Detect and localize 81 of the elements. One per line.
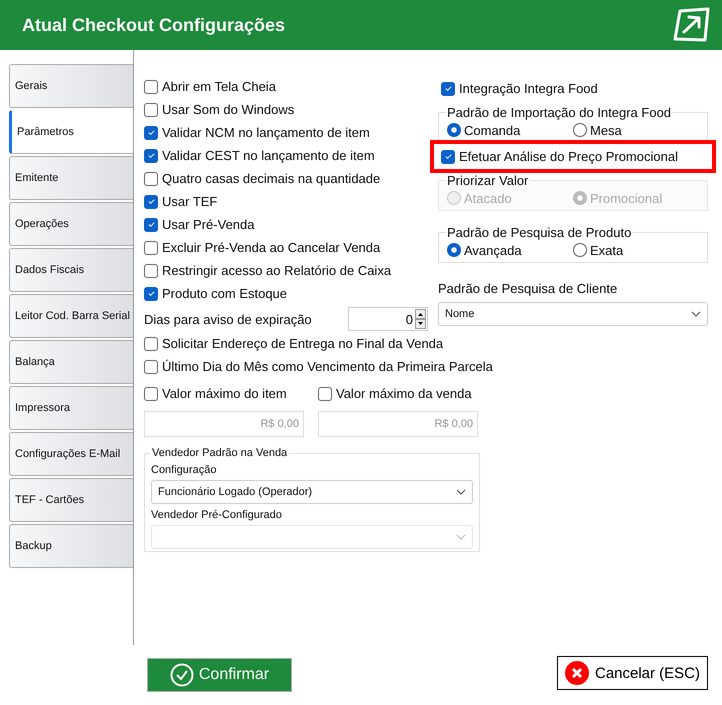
sidebar-tab[interactable]: Backup: [9, 524, 133, 568]
checkbox-label: Usar TEF: [162, 194, 218, 209]
sidebar-tab[interactable]: Leitor Cod. Barra Serial: [9, 294, 133, 338]
checkbox-label: Produto com Estoque: [162, 286, 288, 301]
group-title: Vendedor Padrão na Venda: [151, 447, 288, 459]
dropdown[interactable]: Funcionário Logado (Operador): [151, 480, 473, 504]
checkbox[interactable]: [144, 286, 158, 300]
radio-button[interactable]: [573, 243, 587, 257]
checkbox[interactable]: [441, 82, 455, 96]
checkbox[interactable]: [144, 336, 158, 350]
field-label: Dias para aviso de expiração: [144, 312, 312, 326]
checkbox-label: Último Dia do Mês como Vencimento da Primeira Parcela: [162, 359, 493, 374]
radio-label: Exata: [590, 242, 624, 258]
radio-label: Avançada: [464, 242, 522, 258]
sidebar-tab[interactable]: Operações: [9, 202, 133, 246]
checkbox[interactable]: [144, 194, 158, 208]
chevron-icon: [691, 311, 701, 317]
checkbox-label: Valor máximo do item: [162, 386, 287, 401]
group-title: Padrão de Pesquisa de Produto: [446, 225, 632, 240]
confirm-button[interactable]: Confirmar: [147, 658, 292, 692]
checkbox[interactable]: [144, 172, 158, 186]
dropdown[interactable]: Nome: [438, 302, 708, 326]
radio-button[interactable]: [447, 243, 461, 257]
sidebar-tab[interactable]: Balança: [9, 340, 133, 384]
checkbox[interactable]: [318, 386, 332, 400]
checkbox[interactable]: [441, 150, 455, 164]
check-icon: [444, 152, 452, 161]
checkbox[interactable]: [144, 240, 158, 254]
radio-label: Promocional: [590, 190, 662, 206]
field-label: Configuração: [151, 464, 218, 476]
sidebar-tab[interactable]: Gerais: [9, 64, 133, 108]
group-title: Padrão de Importação do Integra Food: [446, 105, 672, 120]
check-circle-icon: [170, 663, 194, 687]
sidebar-tab[interactable]: Emitente: [9, 156, 133, 200]
checkbox-label: Excluir Pré-Venda ao Cancelar Venda: [162, 240, 380, 255]
checkbox[interactable]: [144, 148, 158, 162]
number-field[interactable]: 0: [348, 307, 428, 331]
check-icon: [146, 128, 156, 137]
field-label: Padrão de Pesquisa de Cliente: [438, 281, 618, 296]
radio-label: Mesa: [590, 122, 622, 138]
checkbox[interactable]: [144, 360, 158, 374]
field-label: Vendedor Pré-Configurado: [151, 509, 283, 521]
sidebar-tab[interactable]: Parâmetros: [9, 110, 133, 154]
sidebar-tab[interactable]: Configurações E-Mail: [9, 432, 133, 476]
check-icon: [146, 151, 156, 160]
checkbox-label: Valor máximo da venda: [336, 386, 472, 401]
checkbox-label: Validar CEST no lançamento de item: [162, 148, 375, 163]
checkbox-label: Quatro casas decimais na quantidade: [162, 171, 380, 186]
checkbox-label: Restringir acesso ao Relatório de Caixa: [162, 263, 392, 278]
checkbox[interactable]: [144, 386, 158, 400]
checkbox-label: Integração Integra Food: [459, 81, 598, 96]
checkbox-label: Solicitar Endereço de Entrega no Final da Venda: [162, 336, 444, 351]
sidebar-tab[interactable]: Impressora: [9, 386, 133, 430]
check-icon: [146, 220, 156, 229]
checkbox[interactable]: [144, 218, 158, 232]
radio-button[interactable]: [447, 123, 461, 137]
spin-arrows-icon[interactable]: [415, 309, 426, 329]
checkbox-label: Efetuar Análise do Preço Promocional: [459, 149, 678, 164]
checkbox[interactable]: [144, 126, 158, 140]
sidebar-tab[interactable]: TEF - Cartões: [9, 478, 133, 522]
checkbox-label: Usar Pré-Venda: [162, 217, 254, 232]
check-icon: [444, 84, 452, 93]
checkbox[interactable]: [144, 102, 158, 116]
checkbox[interactable]: [144, 80, 158, 94]
checkbox-label: Abrir em Tela Cheia: [162, 79, 276, 94]
radio-label: Atacado: [464, 190, 512, 206]
radio-button[interactable]: [573, 123, 587, 137]
window-title: Atual Checkout Configurações: [22, 14, 286, 36]
checkbox[interactable]: [144, 264, 158, 278]
chevron-icon: [456, 489, 466, 495]
cancel-button[interactable]: Cancelar (ESC): [557, 656, 708, 690]
logo-icon: [672, 7, 712, 43]
checkbox-label: Validar NCM no lançamento de item: [162, 125, 370, 140]
sidebar-tab[interactable]: Dados Fiscais: [9, 248, 133, 292]
checkbox-label: Usar Som do Windows: [162, 102, 294, 117]
group-title: Priorizar Valor: [446, 173, 530, 188]
radio-label: Comanda: [464, 122, 520, 138]
check-icon: [146, 289, 156, 298]
close-icon: [564, 661, 589, 685]
chevron-icon: [456, 534, 466, 540]
check-icon: [146, 197, 156, 206]
